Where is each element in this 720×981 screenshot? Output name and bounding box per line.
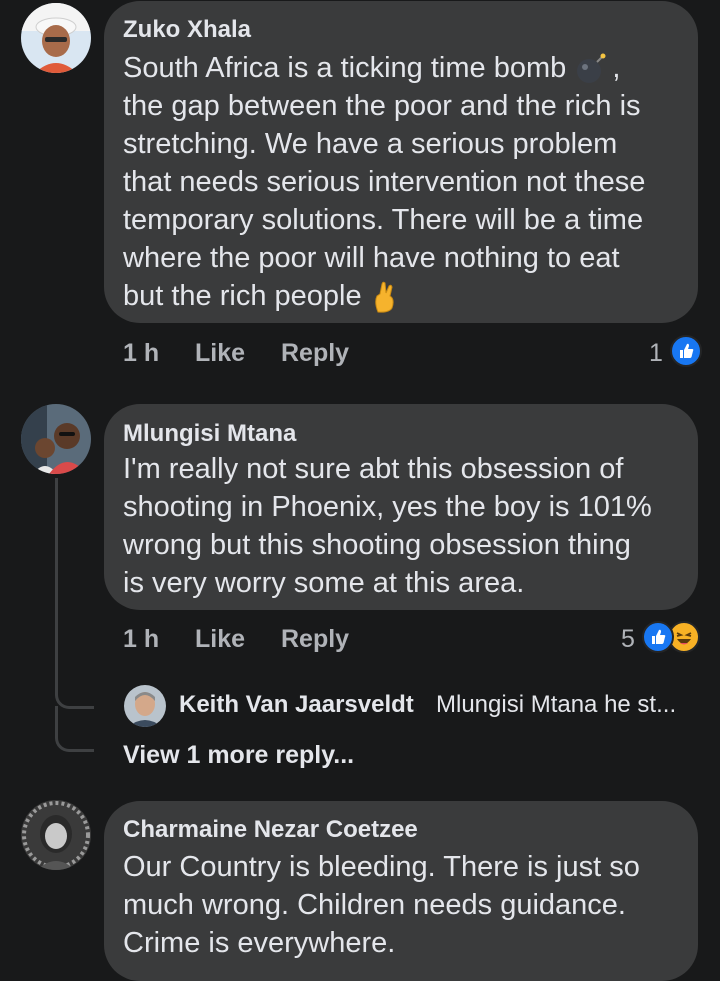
comment-author[interactable]: Mlungisi Mtana [123, 420, 296, 448]
like-icon [642, 621, 674, 653]
comment-line: South Africa is a ticking time bomb [123, 52, 567, 84]
comment-line: but the rich people [123, 280, 362, 312]
comment-text: I'm really not sure abt this obsession o… [123, 450, 652, 602]
comment-text: South Africa is a ticking time bomb , th… [123, 49, 645, 315]
comment-actions: 1 h Like Reply [123, 625, 383, 655]
like-button[interactable]: Like [195, 339, 245, 368]
reply-button[interactable]: Reply [281, 625, 349, 654]
comment-line: temporary solutions. There will be a tim… [123, 204, 644, 236]
bomb-emoji [577, 53, 606, 84]
comment-line: Our Country is bleeding. There is just s… [123, 851, 640, 883]
comment-line: shooting in Phoenix, yes the boy is 101% [123, 491, 652, 523]
thread-line [55, 478, 58, 683]
comment-text: Our Country is bleeding. There is just s… [123, 848, 640, 962]
avatar[interactable] [124, 685, 166, 727]
comment-line: wrong but this shooting obsession thing [123, 529, 631, 561]
comment-line: the gap between the poor and the rich is [123, 90, 641, 122]
avatar[interactable] [21, 3, 91, 73]
like-icon [670, 335, 702, 367]
reply-author[interactable]: Keith Van Jaarsveldt [179, 691, 414, 719]
comment-line: that needs serious intervention not thes… [123, 166, 646, 198]
comment-line: I'm really not sure abt this obsession o… [123, 453, 624, 485]
comment-line: stretching. We have a serious problem [123, 128, 618, 160]
reply-text: Mlungisi Mtana he st... [436, 691, 677, 718]
comment-line: is very worry some at this area. [123, 567, 525, 599]
comment-time[interactable]: 1 h [123, 625, 159, 654]
comment-time[interactable]: 1 h [123, 339, 159, 368]
reaction-count: 1 [649, 339, 663, 367]
view-more-replies-link[interactable]: View 1 more reply... [123, 741, 354, 770]
avatar[interactable] [21, 404, 91, 474]
comment-line: where the poor will have nothing to eat [123, 242, 620, 274]
like-button[interactable]: Like [195, 625, 245, 654]
comment-line: Crime is everywhere. [123, 927, 396, 959]
comment-author[interactable]: Charmaine Nezar Coetzee [123, 816, 418, 844]
comment-author[interactable]: Zuko Xhala [123, 16, 251, 44]
reaction-count: 5 [621, 625, 635, 653]
crossed-fingers-emoji [374, 282, 394, 313]
comment-line: much wrong. Children needs guidance. [123, 889, 626, 921]
thread-connector [55, 706, 94, 752]
avatar[interactable] [21, 800, 91, 870]
reply-button[interactable]: Reply [281, 339, 349, 368]
comment-actions: 1 h Like Reply [123, 339, 383, 369]
